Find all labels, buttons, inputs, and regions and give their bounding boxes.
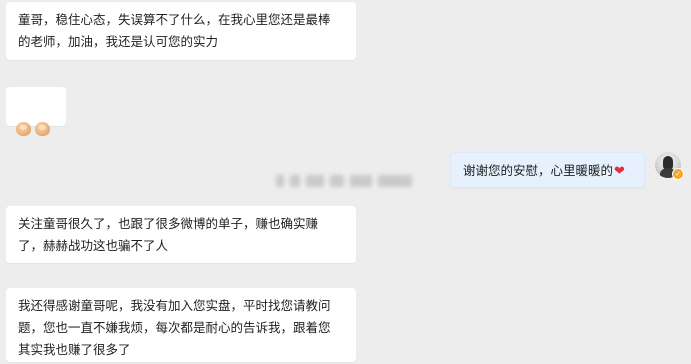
message-bubble-3[interactable]: 谢谢您的安慰，心里暖暖的❤: [450, 152, 645, 188]
message-bubble-4[interactable]: 关注童哥很久了，也跟了很多微博的单子，赚也确实赚 了，赫赫战功这也骗不了人: [6, 206, 356, 263]
emoji-row: [16, 115, 56, 142]
message-bubble-1[interactable]: 童哥，稳住心态，失误算不了什么，在我心里您还是最棒 的老师，加油，我还是认可您的…: [6, 2, 356, 60]
clap-icon: [16, 121, 31, 136]
message-bubble-5[interactable]: 我还得感谢童哥呢，我没有加入您实盘，平时找您请教问 题，您也一直不嫌我烦，每次都…: [6, 288, 356, 362]
verified-badge-icon: ✓: [672, 168, 684, 180]
blurred-timestamp: [276, 172, 416, 190]
clap-icon: [35, 121, 50, 136]
chat-window: 童哥，稳住心态，失误算不了什么，在我心里您还是最棒 的老师，加油，我还是认可您的…: [0, 0, 691, 364]
message-text: 谢谢您的安慰，心里暖暖的: [463, 163, 614, 178]
heart-icon: ❤: [614, 164, 625, 179]
message-bubble-2[interactable]: [6, 87, 66, 136]
